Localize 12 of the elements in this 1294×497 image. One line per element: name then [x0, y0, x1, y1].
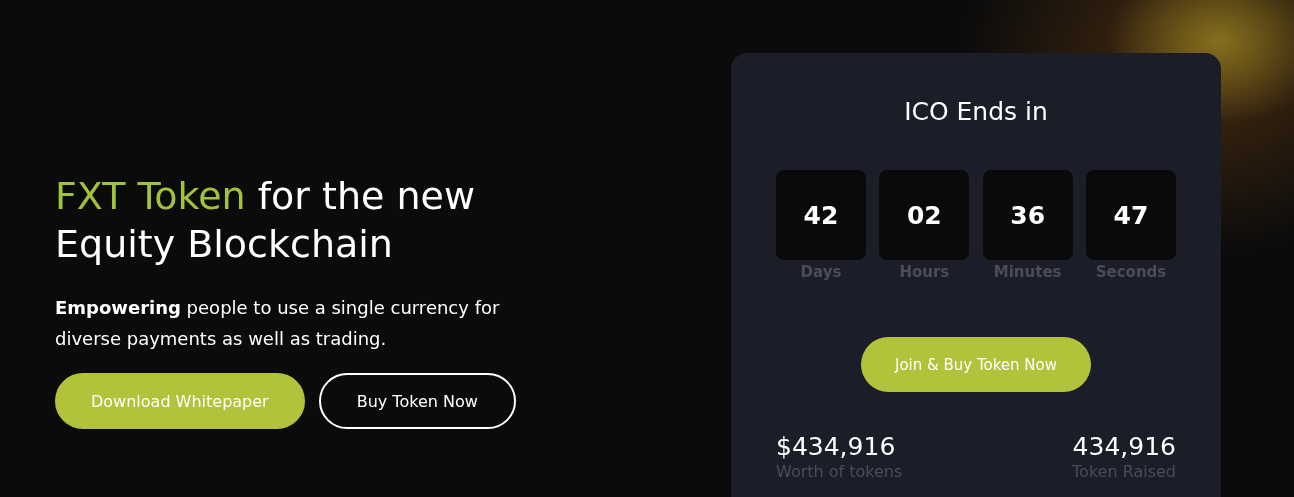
download-button[interactable]: Download Whitepaper — [55, 373, 305, 429]
countdown-value: 36 — [982, 170, 1073, 260]
buy-button[interactable]: Buy Token Now — [318, 373, 516, 429]
hero-title: FXT Token for the new Equity Blockchain — [55, 173, 477, 268]
card-title: ICO Ends in — [903, 96, 1049, 128]
stat-value: $434,916 — [776, 432, 896, 462]
hero-description: Empowering people to use a single currency for diverse payments as well as trading. — [55, 296, 501, 351]
countdown-value: 42 — [776, 170, 866, 260]
countdown-value: 02 — [879, 170, 970, 260]
countdown-value: 47 — [1086, 170, 1176, 260]
join-button[interactable]: Join & Buy Token Now — [860, 337, 1092, 392]
stat-value: 434,916 — [1072, 432, 1176, 462]
